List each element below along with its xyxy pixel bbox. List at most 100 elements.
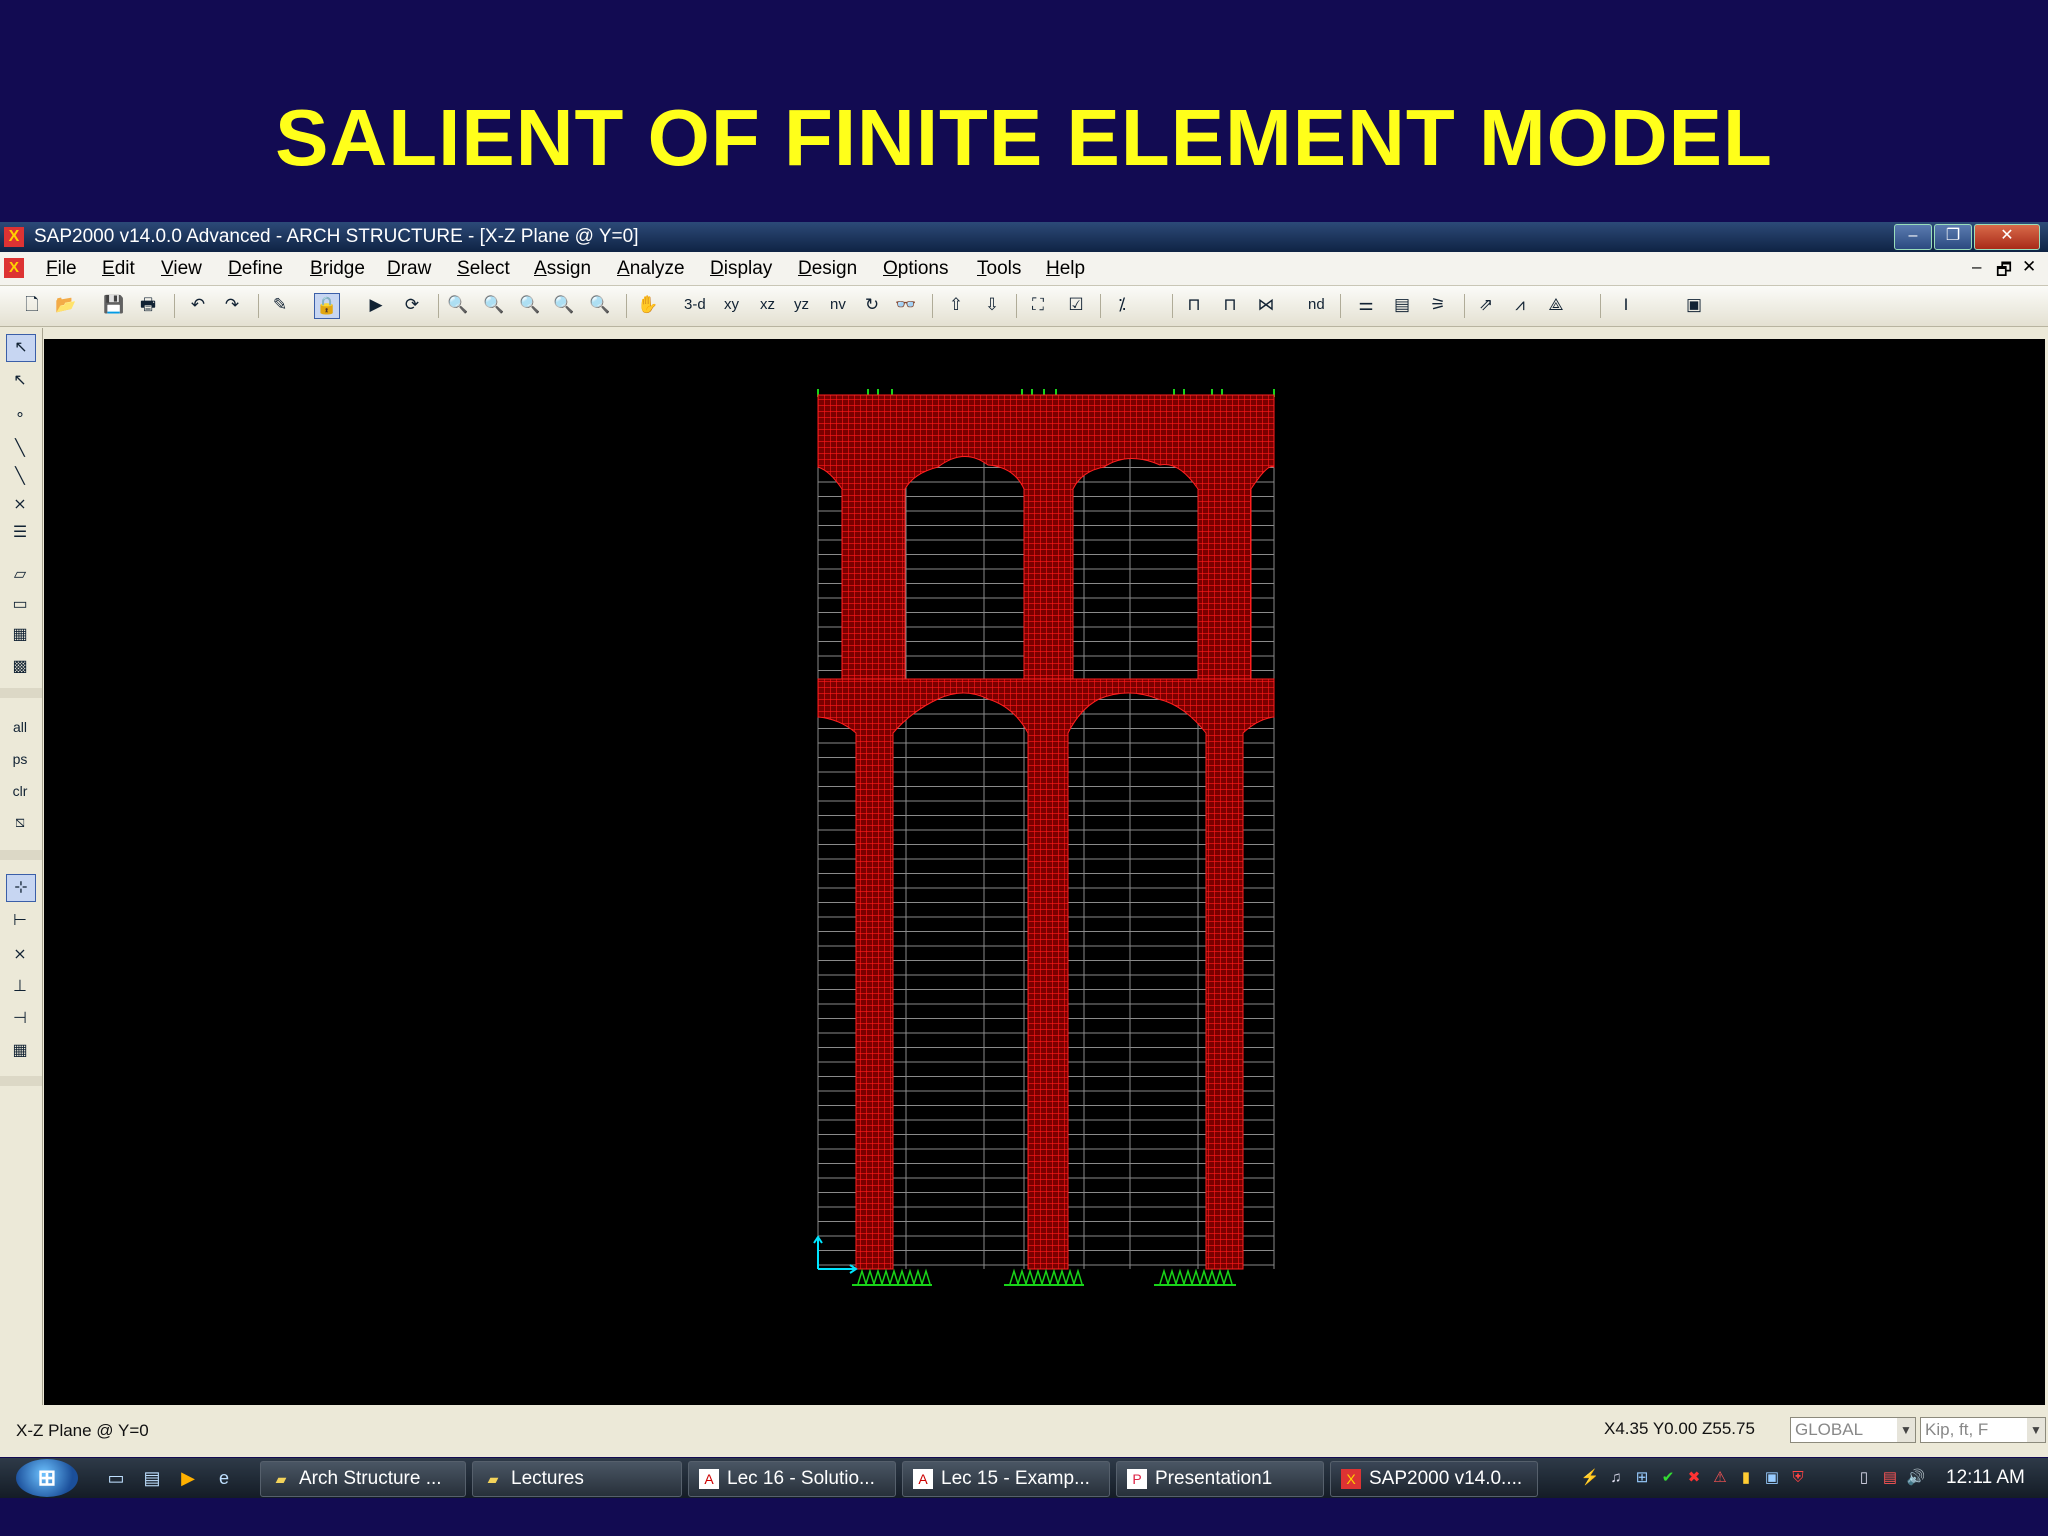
pencil-icon[interactable]: ✎ (268, 293, 292, 317)
task-presentation1[interactable]: P Presentation1 (1116, 1461, 1324, 1497)
snap-fine-grid-icon[interactable]: ▦ (6, 1038, 34, 1064)
select-all-button[interactable]: all (6, 714, 34, 740)
snap-points-icon[interactable]: ⊹ (6, 874, 36, 902)
menu-tools[interactable]: Tools (977, 258, 1021, 280)
doc-restore-button[interactable]: 🗗 (1996, 257, 2012, 286)
menu-select[interactable]: Select (457, 258, 510, 280)
alert-tray-icon[interactable]: ⚠ (1710, 1468, 1730, 1488)
display-icon[interactable]: ▣ (1682, 293, 1706, 317)
steel-design-icon[interactable]: ⟁ (1544, 293, 1568, 317)
view-xz-button[interactable]: xz (760, 293, 775, 317)
model-canvas[interactable] (44, 339, 2045, 1405)
close-button[interactable]: ✕ (1974, 224, 2040, 250)
view-nv-button[interactable]: nv (830, 293, 846, 317)
section-designer-icon[interactable]: I (1614, 293, 1638, 317)
task-sap2000[interactable]: X SAP2000 v14.0.... (1330, 1461, 1538, 1497)
shield-tray-icon[interactable]: ⛨ (1788, 1468, 1808, 1488)
doc-minimize-button[interactable]: – (1972, 257, 1981, 277)
clear-selection-button[interactable]: clr (6, 778, 34, 804)
toolbar-grip[interactable] (0, 688, 42, 698)
doc-close-button[interactable]: ✕ (2022, 257, 2036, 277)
menu-display[interactable]: Display (710, 258, 772, 280)
menu-design[interactable]: Design (798, 258, 857, 280)
save-icon[interactable]: 💾 (102, 293, 126, 317)
show-desktop-icon[interactable]: ▭ (104, 1466, 128, 1490)
toolbar-grip[interactable] (0, 1076, 42, 1086)
switch-windows-icon[interactable]: ▤ (140, 1466, 164, 1490)
antivirus-tray-icon[interactable]: ✔ (1658, 1468, 1678, 1488)
object-shrink-icon[interactable]: ⛶ (1026, 293, 1050, 317)
view-yz-button[interactable]: yz (794, 293, 809, 317)
battery-tray-icon[interactable]: ▮ (1736, 1468, 1756, 1488)
units-select[interactable]: Kip, ft, F ▼ (1920, 1417, 2046, 1443)
media-player-icon[interactable]: ▶ (176, 1466, 200, 1490)
draw-poly-area-icon[interactable]: ▱ (6, 562, 34, 588)
new-model-icon[interactable]: 🗋 (20, 293, 44, 317)
volume-icon[interactable]: 🔊 (1906, 1468, 1926, 1488)
show-virtual-work-icon[interactable]: ⚞ (1426, 293, 1450, 317)
security-tray-icon[interactable]: ✖ (1684, 1468, 1704, 1488)
task-arch-structure[interactable]: ▰ Arch Structure ... (260, 1461, 466, 1497)
show-stresses-icon[interactable]: ▤ (1390, 293, 1414, 317)
task-lec15-pdf[interactable]: A Lec 15 - Examp... (902, 1461, 1110, 1497)
show-forces-icon[interactable]: ⚌ (1354, 293, 1378, 317)
menu-define[interactable]: Define (228, 258, 283, 280)
lock-icon[interactable]: 🔒 (314, 293, 340, 319)
select-intersecting-icon[interactable]: ⧅ (6, 810, 34, 836)
start-button[interactable]: ⊞ (16, 1459, 78, 1497)
draw-solid-icon[interactable]: ▩ (6, 654, 34, 680)
draw-joint-icon[interactable]: ∘ (6, 402, 34, 428)
draw-secondary-icon[interactable]: ☰ (6, 520, 34, 546)
task-lectures[interactable]: ▰ Lectures (472, 1461, 682, 1497)
restore-button[interactable]: ❐ (1934, 224, 1972, 250)
menu-help[interactable]: Help (1046, 258, 1085, 280)
menu-file[interactable]: File (46, 258, 77, 280)
window-titlebar[interactable]: X SAP2000 v14.0.0 Advanced - ARCH STRUCT… (0, 222, 2048, 252)
move-down-icon[interactable]: ⇩ (980, 293, 1004, 317)
rotate-view-icon[interactable]: ↻ (860, 293, 884, 317)
move-up-icon[interactable]: ⇧ (944, 293, 968, 317)
zoom-out-icon[interactable]: 🔍 (552, 293, 576, 317)
quick-draw-frame-icon[interactable]: ╲ (6, 464, 34, 490)
pointer-icon[interactable]: ↖ (6, 334, 36, 362)
view-xy-button[interactable]: xy (724, 293, 739, 317)
frame-icon[interactable]: ⊓ (1182, 293, 1206, 317)
internet-explorer-icon[interactable]: e (212, 1466, 236, 1490)
menu-bridge[interactable]: Bridge (310, 258, 365, 280)
assign-icon[interactable]: ⁒ (1110, 293, 1134, 317)
previous-selection-button[interactable]: ps (6, 746, 34, 772)
snap-ends-icon[interactable]: ⊢ (6, 908, 34, 934)
zoom-restore-icon[interactable]: 🔍 (482, 293, 506, 317)
task-lec16-pdf[interactable]: A Lec 16 - Solutio... (688, 1461, 896, 1497)
refresh-view-icon[interactable]: ⟳ (400, 293, 424, 317)
minimize-button[interactable]: – (1894, 224, 1932, 250)
network-tray-icon[interactable]: ⊞ (1632, 1468, 1652, 1488)
set-display-options-icon[interactable]: ☑ (1064, 293, 1088, 317)
deformed-shape-icon[interactable]: ⊓ (1218, 293, 1242, 317)
menu-draw[interactable]: Draw (387, 258, 431, 280)
menu-view[interactable]: View (161, 258, 202, 280)
network-disconnected-icon[interactable]: ▤ (1880, 1468, 1900, 1488)
print-icon[interactable]: 🖶 (136, 293, 160, 317)
toolbar-grip[interactable] (0, 850, 42, 860)
menu-options[interactable]: Options (883, 258, 948, 280)
draw-rect-area-icon[interactable]: ▭ (6, 592, 34, 618)
view-nd-button[interactable]: nd (1308, 293, 1325, 317)
reshape-icon[interactable]: ↖ (6, 368, 34, 394)
power-tray-icon[interactable]: ▯ (1854, 1468, 1874, 1488)
run-analysis-icon[interactable]: ▶ (364, 293, 388, 317)
plot-functions-icon[interactable]: ⇗ (1474, 293, 1498, 317)
zoom-window-icon[interactable]: 🔍 (446, 293, 470, 317)
bluetooth-tray-icon[interactable]: ▣ (1762, 1468, 1782, 1488)
undo-icon[interactable]: ↶ (186, 293, 210, 317)
zoom-previous-icon[interactable]: 🔍 (588, 293, 612, 317)
menu-analyze[interactable]: Analyze (617, 258, 685, 280)
pan-hand-icon[interactable]: ✋ (636, 293, 660, 317)
zoom-in-icon[interactable]: 🔍 (518, 293, 542, 317)
draw-braces-icon[interactable]: ⨯ (6, 492, 34, 518)
snap-lines-icon[interactable]: ⊣ (6, 1006, 34, 1032)
snap-intersections-icon[interactable]: ⨯ (6, 942, 34, 968)
coord-system-select[interactable]: GLOBAL ▼ (1790, 1417, 1916, 1443)
menu-edit[interactable]: Edit (102, 258, 135, 280)
draw-frame-icon[interactable]: ╲ (6, 436, 34, 462)
